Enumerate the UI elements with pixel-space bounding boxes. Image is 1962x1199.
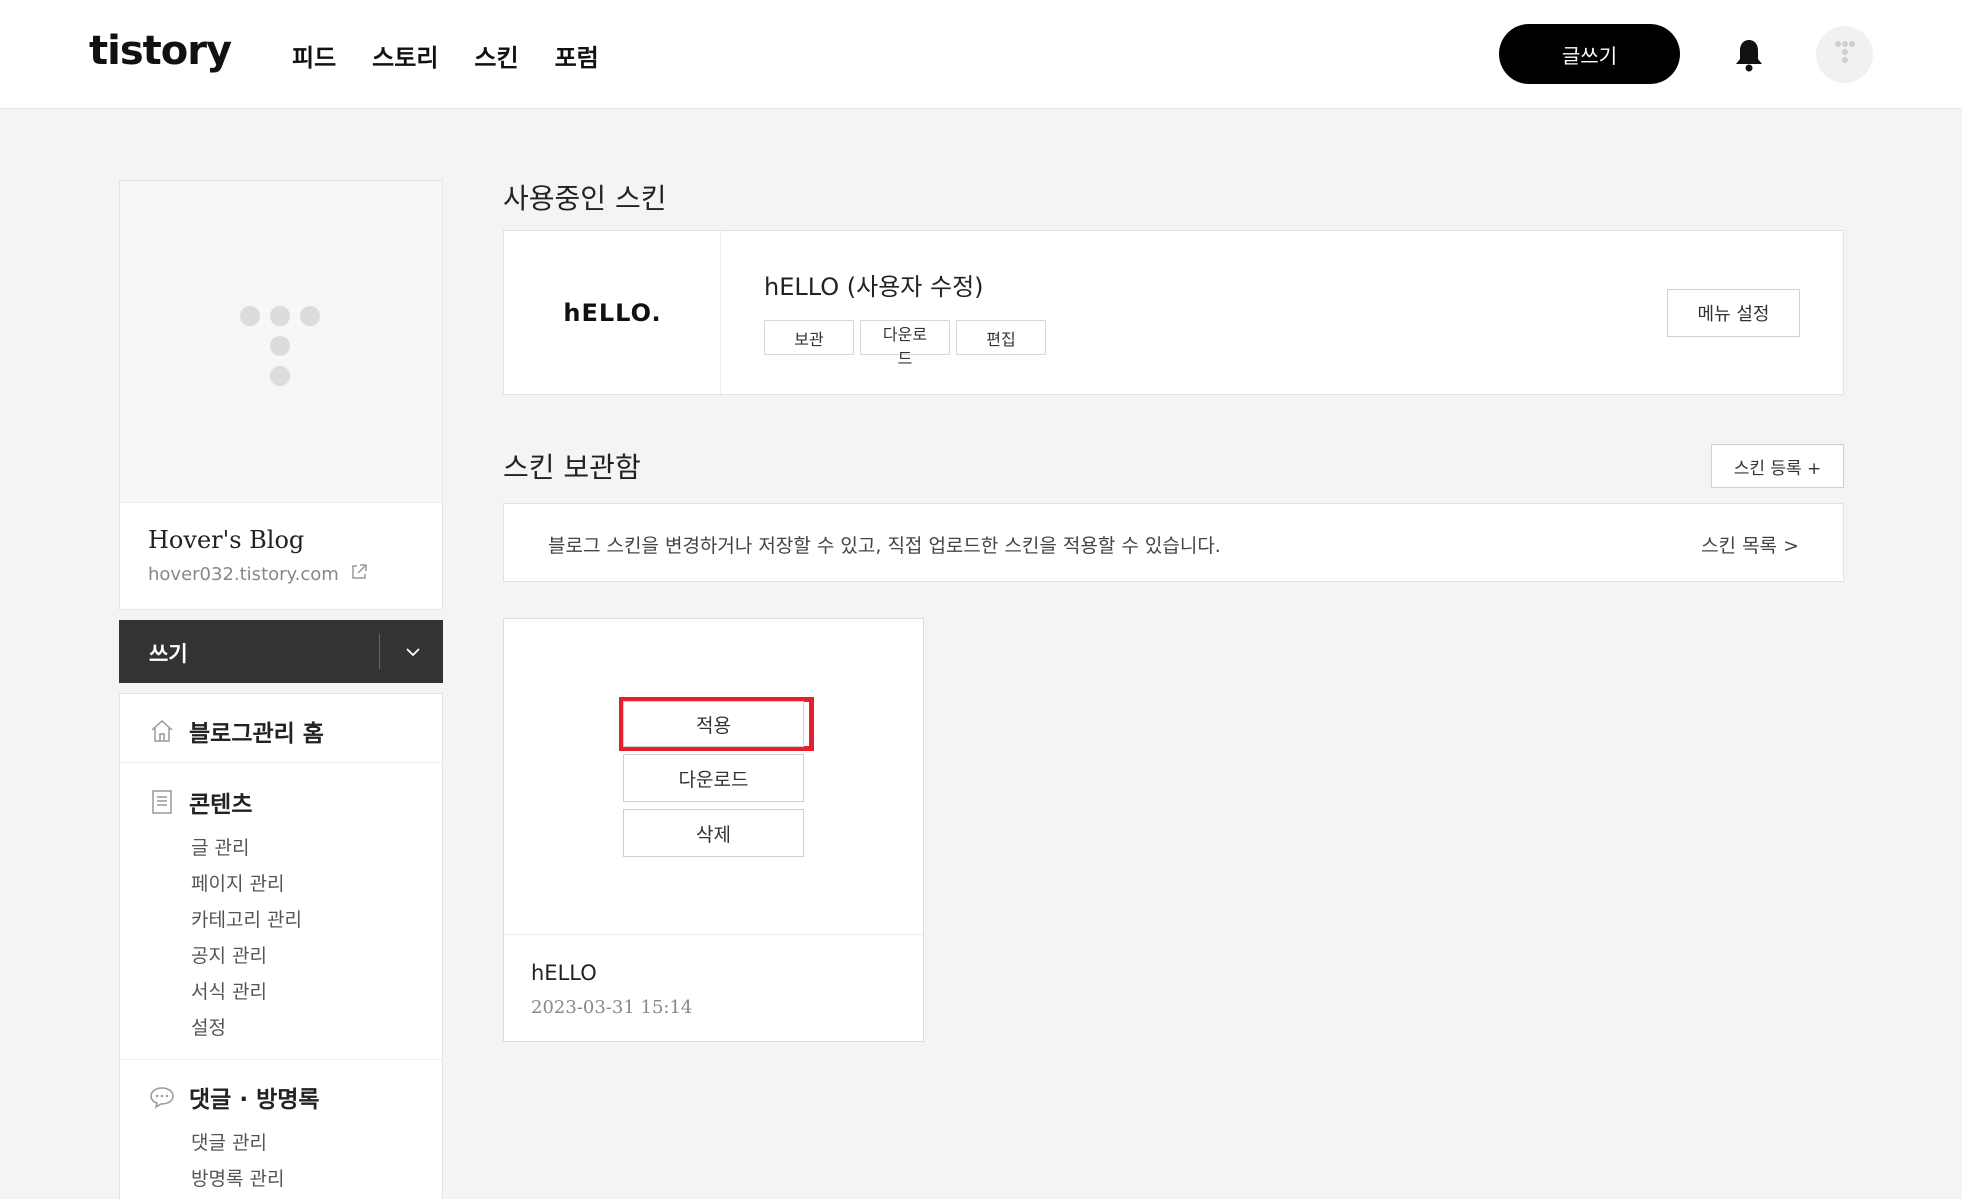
sidebar-item-label: 블로그관리 홈 <box>189 721 324 747</box>
sidebar-menu: 블로그관리 홈 콘텐츠 글 관리 페이지 관리 카테고리 관리 공지 관리 서식… <box>119 693 443 1199</box>
skin-list-link[interactable]: 스킨 목록 > <box>1701 531 1799 558</box>
skin-card-name: hELLO <box>531 961 597 985</box>
tistory-placeholder-icon <box>240 306 320 386</box>
skin-card-date: 2023-03-31 15:14 <box>531 997 693 1018</box>
current-skin-card: hELLO. hELLO (사용자 수정) 보관 다운로드 편집 메뉴 설정 <box>503 230 1844 395</box>
blog-url-text: hover032.tistory.com <box>148 564 339 585</box>
apply-skin-button[interactable]: 적용 <box>623 701 804 747</box>
menu-section-contents: 콘텐츠 글 관리 페이지 관리 카테고리 관리 공지 관리 서식 관리 설정 <box>120 762 442 1059</box>
blog-profile-card: Hover's Blog hover032.tistory.com <box>119 180 443 610</box>
sidebar-item-guestbook-manage[interactable]: 방명록 관리 <box>191 1164 284 1191</box>
sidebar-item-template-manage[interactable]: 서식 관리 <box>191 977 267 1004</box>
sidebar-item-comments[interactable]: 댓글 · 방명록 <box>149 1080 320 1114</box>
blog-url-link[interactable]: hover032.tistory.com <box>148 564 367 585</box>
skin-storage-description: 블로그 스킨을 변경하거나 저장할 수 있고, 직접 업로드한 스킨을 적용할 … <box>548 535 1221 557</box>
sidebar-item-page-manage[interactable]: 페이지 관리 <box>191 869 284 896</box>
tistory-logo[interactable]: tistory <box>89 28 232 74</box>
sidebar-item-contents[interactable]: 콘텐츠 <box>149 785 252 819</box>
sidebar-item-post-manage[interactable]: 글 관리 <box>191 833 249 860</box>
download-skin-button[interactable]: 다운로드 <box>623 754 804 802</box>
skin-thumbnail-text: hELLO. <box>563 299 662 327</box>
current-skin-actions: 보관 다운로드 편집 <box>764 320 1046 368</box>
sidebar-item-comment-manage[interactable]: 댓글 관리 <box>191 1128 267 1155</box>
nav-skin[interactable]: 스킨 <box>474 38 518 73</box>
document-icon <box>152 790 172 814</box>
skin-storage-title: 스킨 보관함 <box>503 451 641 484</box>
sidebar-section-title: 댓글 · 방명록 <box>189 1087 320 1113</box>
sidebar-section-title: 콘텐츠 <box>189 792 253 818</box>
top-header: tistory 피드 스토리 스킨 포럼 글쓰기 <box>0 0 1962 109</box>
chevron-down-icon[interactable] <box>399 640 427 664</box>
profile-avatar[interactable] <box>1816 26 1873 83</box>
write-bar-divider <box>379 634 380 669</box>
register-skin-button[interactable]: 스킨 등록 + <box>1711 444 1844 488</box>
stored-skin-card: 적용 다운로드 삭제 hELLO 2023-03-31 15:14 <box>503 618 924 1042</box>
speech-bubble-icon <box>150 1087 174 1109</box>
sidebar-item-settings[interactable]: 설정 <box>191 1013 226 1040</box>
home-icon <box>151 719 173 742</box>
archive-button[interactable]: 보관 <box>764 320 854 355</box>
edit-button[interactable]: 편집 <box>956 320 1046 355</box>
current-skin-title: 사용중인 스킨 <box>503 182 667 215</box>
bell-icon[interactable] <box>1734 38 1764 72</box>
global-nav: 피드 스토리 스킨 포럼 <box>292 38 599 73</box>
sidebar-write-bar: 쓰기 <box>119 620 443 683</box>
skin-card-preview: 적용 다운로드 삭제 <box>504 619 923 935</box>
sidebar-item-blog-home[interactable]: 블로그관리 홈 <box>149 714 324 748</box>
blog-profile-image[interactable] <box>120 181 442 503</box>
current-skin-thumbnail: hELLO. <box>504 231 721 394</box>
current-skin-name: hELLO (사용자 수정) <box>764 273 984 301</box>
sidebar-write-button[interactable]: 쓰기 <box>149 638 188 668</box>
sidebar-item-category-manage[interactable]: 카테고리 관리 <box>191 905 302 932</box>
nav-feed[interactable]: 피드 <box>292 38 336 73</box>
skin-storage-info: 블로그 스킨을 변경하거나 저장할 수 있고, 직접 업로드한 스킨을 적용할 … <box>503 503 1844 582</box>
menu-section-home: 블로그관리 홈 <box>120 694 442 762</box>
menu-section-comments: 댓글 · 방명록 댓글 관리 방명록 관리 <box>120 1059 442 1199</box>
nav-story[interactable]: 스토리 <box>372 38 438 73</box>
blog-name: Hover's Blog <box>148 526 305 554</box>
download-button[interactable]: 다운로드 <box>860 320 950 368</box>
external-link-icon <box>351 564 367 584</box>
delete-skin-button[interactable]: 삭제 <box>623 809 804 857</box>
menu-settings-button[interactable]: 메뉴 설정 <box>1667 289 1800 337</box>
nav-forum[interactable]: 포럼 <box>555 38 599 73</box>
sidebar-item-notice-manage[interactable]: 공지 관리 <box>191 941 267 968</box>
write-post-button[interactable]: 글쓰기 <box>1499 24 1680 84</box>
